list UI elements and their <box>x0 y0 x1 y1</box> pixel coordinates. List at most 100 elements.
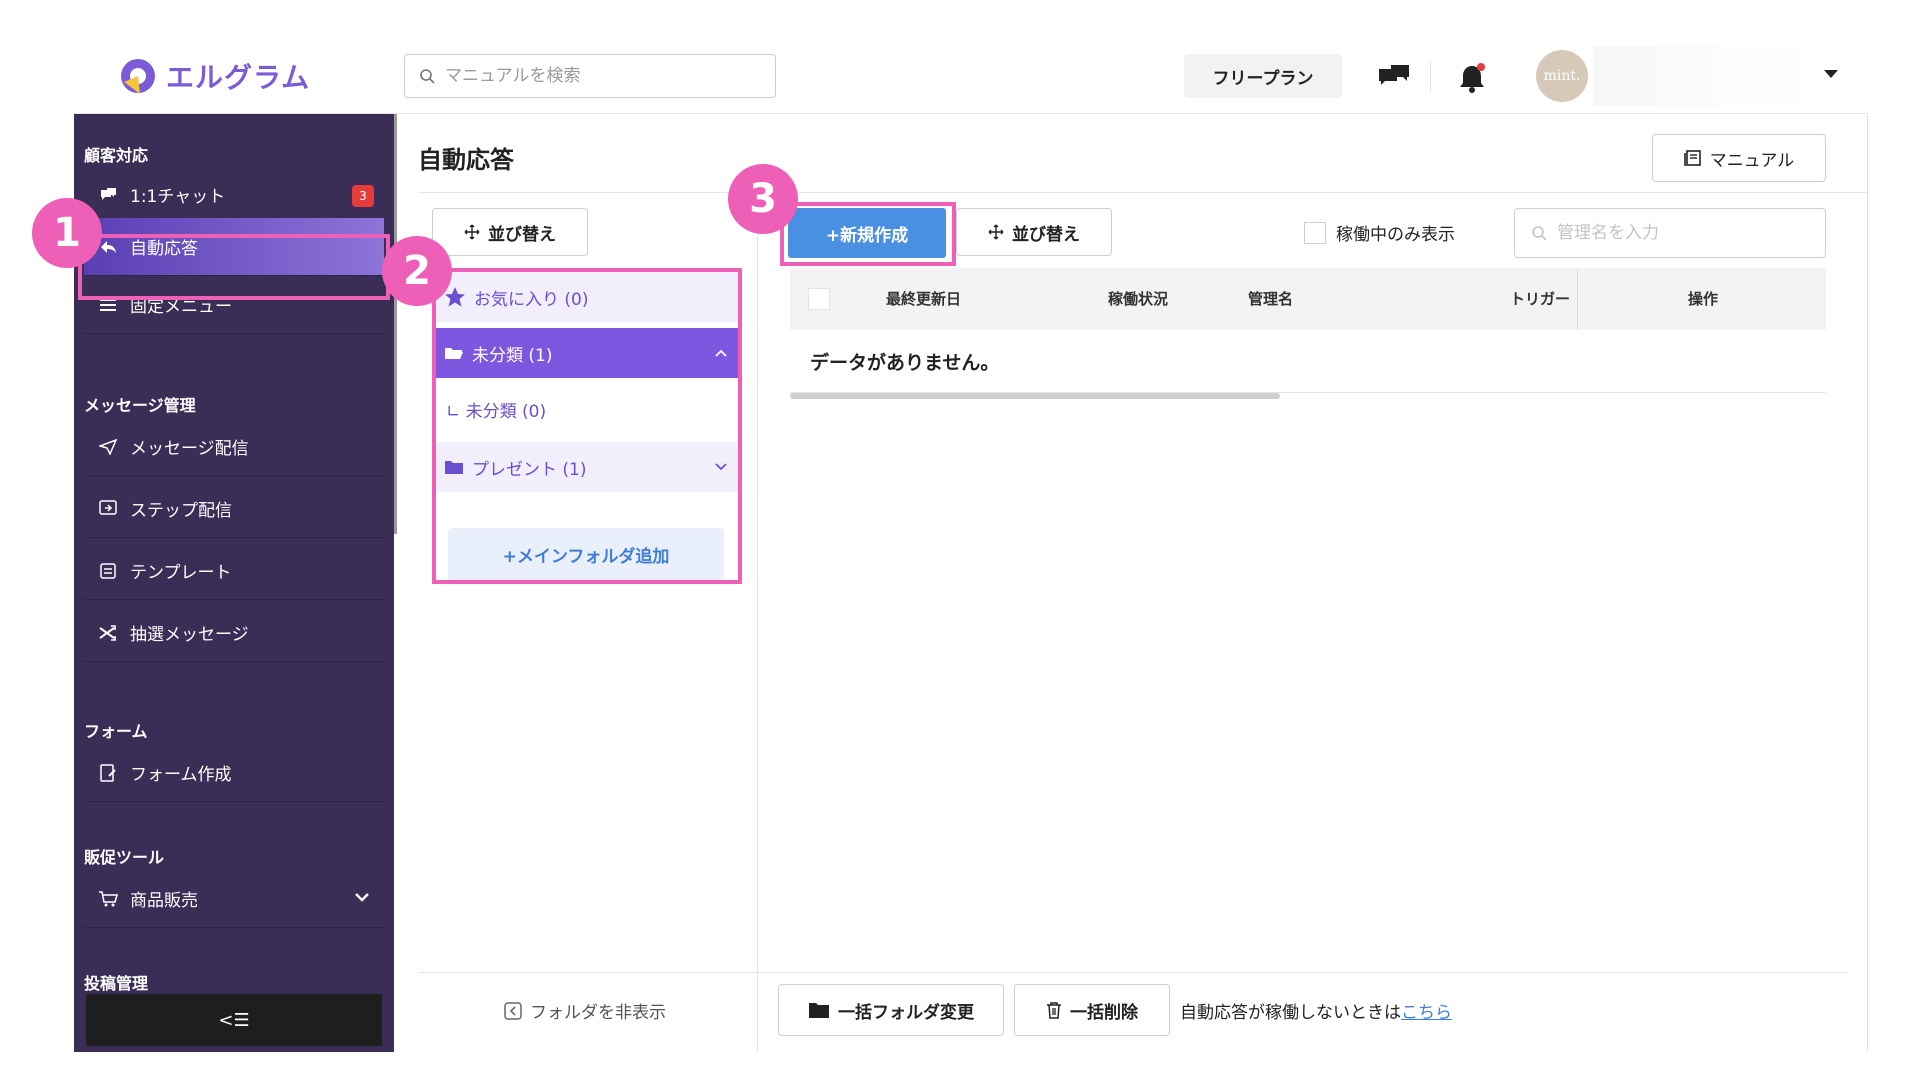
sidebar-item-product-sales[interactable]: 商品販売 <box>84 870 384 928</box>
manual-search-input[interactable] <box>445 66 745 86</box>
messages-icon[interactable] <box>1374 58 1414 98</box>
active-only-label: 稼働中のみ表示 <box>1336 225 1455 245</box>
sidebar-item-message-send[interactable]: メッセージ配信 <box>84 418 384 476</box>
list-sort-label: 並び替え <box>1012 224 1080 245</box>
sidebar-item-label: フォーム作成 <box>130 765 232 785</box>
book-icon <box>1683 150 1701 166</box>
callout-2: 2 <box>382 236 452 306</box>
sidebar-item-label: 商品販売 <box>130 891 198 911</box>
trash-icon <box>1047 1002 1061 1019</box>
help-link[interactable]: こちら <box>1401 1003 1452 1023</box>
help-note-text: 自動応答が稼働しないときは <box>1180 1003 1401 1023</box>
sidebar-item-label: 1:1チャット <box>130 187 226 207</box>
active-only-filter[interactable]: 稼働中のみ表示 <box>1304 220 1455 245</box>
cart-icon <box>98 889 118 909</box>
search-icon <box>1532 226 1547 241</box>
avatar[interactable]: mint. <box>1536 50 1588 102</box>
highlight-auto-reply <box>78 234 390 300</box>
folder-uncategorized-label: 未分類 (1) <box>472 345 553 366</box>
app-name: エルグラム <box>166 61 311 94</box>
template-icon <box>98 561 118 581</box>
collapse-icon: <☰ <box>218 1009 250 1031</box>
sidebar-item-chat[interactable]: 1:1チャット 3 <box>84 166 384 224</box>
bulk-folder-change-label: 一括フォルダ変更 <box>838 1002 974 1023</box>
section-posts: 投稿管理 <box>84 974 149 993</box>
plan-button[interactable]: フリープラン <box>1184 54 1342 98</box>
user-menu-caret-icon[interactable] <box>1824 70 1838 78</box>
chevron-down-icon[interactable] <box>354 888 370 908</box>
sidebar-item-label: 抽選メッセージ <box>130 625 249 645</box>
sidebar-item-form-create[interactable]: フォーム作成 <box>84 744 384 802</box>
subfolder-uncategorized[interactable]: ∟ 未分類 (0) <box>436 384 738 434</box>
folder-sort-label: 並び替え <box>488 224 556 245</box>
bulk-delete-button[interactable]: 一括削除 <box>1014 984 1170 1036</box>
add-main-folder-button[interactable]: +メインフォルダ追加 <box>448 528 724 580</box>
unread-badge: 3 <box>352 185 374 207</box>
sidebar-item-template[interactable]: テンプレート <box>84 542 384 600</box>
folder-pane-divider <box>757 192 758 1052</box>
help-note: 自動応答が稼働しないときはこちら <box>1180 998 1452 1023</box>
section-customer: 顧客対応 <box>84 146 149 165</box>
bell-icon[interactable] <box>1452 58 1492 98</box>
new-create-button[interactable]: +新規作成 <box>788 208 946 258</box>
form-icon <box>98 763 118 783</box>
folder-present[interactable]: プレゼント (1) <box>436 442 738 492</box>
chevron-up-icon[interactable] <box>714 348 728 358</box>
manual-button-label: マニュアル <box>1709 150 1795 171</box>
col-actions: 操作 <box>1688 290 1719 308</box>
folder-sort-button[interactable]: 並び替え <box>432 208 588 256</box>
search-icon <box>420 69 435 84</box>
chevron-down-icon[interactable] <box>714 462 728 472</box>
active-only-checkbox[interactable] <box>1304 221 1326 244</box>
move-icon <box>464 224 480 240</box>
section-promo: 販促ツール <box>84 848 165 867</box>
shuffle-icon <box>98 623 118 643</box>
bulk-folder-change-button[interactable]: 一括フォルダ変更 <box>778 984 1004 1036</box>
hide-folder-button[interactable]: フォルダを非表示 <box>504 998 666 1023</box>
name-search-input[interactable] <box>1557 223 1807 243</box>
star-icon <box>445 287 465 307</box>
section-message: メッセージ管理 <box>84 396 196 415</box>
callout-1: 1 <box>32 198 102 268</box>
folder-present-label: プレゼント (1) <box>472 459 587 480</box>
folder-favorites-label: お気に入り (0) <box>474 289 589 310</box>
column-divider <box>1577 268 1578 330</box>
top-header: エルグラム フリープラン mint. <box>74 42 1868 114</box>
folder-favorites[interactable]: お気に入り (0) <box>436 272 738 322</box>
col-status[interactable]: 稼働状況 <box>1108 288 1168 309</box>
folder-list: お気に入り (0) 未分類 (1) ∟ 未分類 (0) プレゼント (1) +メ… <box>432 268 742 584</box>
col-name[interactable]: 管理名 <box>1248 288 1293 309</box>
table-scrollbar[interactable] <box>790 393 1280 399</box>
name-search[interactable] <box>1514 208 1826 258</box>
page-title: 自動応答 <box>418 146 514 174</box>
manual-button[interactable]: マニュアル <box>1652 134 1826 182</box>
app-logo[interactable]: エルグラム <box>118 56 310 96</box>
chat-icon <box>98 185 118 205</box>
folder-open-icon <box>445 348 463 359</box>
folder-uncategorized[interactable]: 未分類 (1) <box>436 328 738 378</box>
sidebar-item-lottery[interactable]: 抽選メッセージ <box>84 604 384 662</box>
user-name-area[interactable] <box>1594 46 1812 106</box>
sidebar-item-label: メッセージ配信 <box>130 439 249 459</box>
step-icon <box>98 499 118 519</box>
hide-folder-label: フォルダを非表示 <box>530 1003 666 1023</box>
sidebar-item-step-send[interactable]: ステップ配信 <box>84 480 384 538</box>
table-header: 最終更新日 稼働状況 管理名 トリガー 操作 <box>790 268 1826 330</box>
send-icon <box>98 437 118 457</box>
subfolder-uncategorized-label: ∟ 未分類 (0) <box>446 401 547 422</box>
sidebar-scrollbar[interactable] <box>394 114 397 534</box>
sidebar-item-label: テンプレート <box>130 563 232 583</box>
section-form: フォーム <box>84 722 148 741</box>
folder-icon <box>809 1003 829 1018</box>
empty-message: データがありません。 <box>810 352 1000 374</box>
list-sort-button[interactable]: 並び替え <box>956 208 1112 256</box>
footer-divider <box>418 972 1848 973</box>
title-divider <box>418 192 1868 193</box>
col-last-updated[interactable]: 最終更新日 <box>886 288 961 309</box>
manual-search[interactable] <box>404 54 776 98</box>
select-all-checkbox[interactable] <box>808 288 830 310</box>
collapse-sidebar-button[interactable]: <☰ <box>86 994 382 1046</box>
sidebar-item-label: ステップ配信 <box>130 501 232 521</box>
col-trigger[interactable]: トリガー <box>1510 288 1570 309</box>
callout-3: 3 <box>728 164 798 234</box>
